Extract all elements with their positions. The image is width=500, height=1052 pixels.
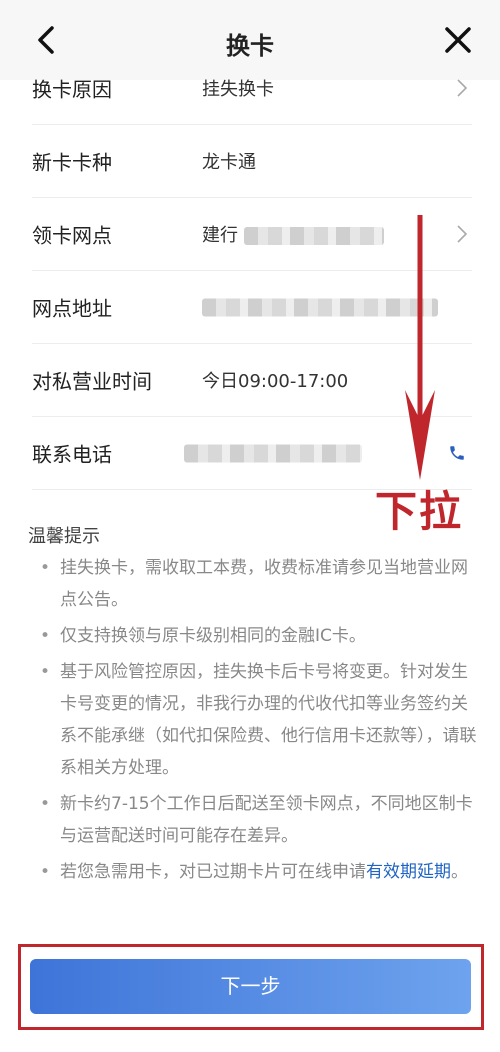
row-value [184, 443, 362, 464]
row-label: 网点地址 [32, 296, 112, 321]
row-value: 龙卡通 [202, 152, 256, 173]
validity-extension-link[interactable]: 有效期延期 [366, 862, 451, 882]
tips-list: • 挂失换卡，需收取工本费，收费标准请参见当地营业网点公告。 • 仅支持换领与原卡级… [38, 552, 478, 892]
list-item: • 新卡约7-15个工作日后配送至领卡网点，不同地区制卡与运营配送时间可能存在差异… [40, 794, 473, 846]
list-item: • 基于风险管控原因，挂失换卡后卡号将变更。针对发生卡号变更的情况，非我行办理的代… [40, 662, 477, 778]
chevron-right-icon [457, 79, 468, 97]
redacted-text [243, 227, 384, 245]
pull-down-annotation: 下拉 [375, 487, 464, 536]
phone-icon[interactable] [448, 444, 466, 462]
row-label: 对私营业时间 [32, 369, 152, 394]
next-step-button[interactable]: 下一步 [30, 959, 471, 1014]
row-label: 领卡网点 [32, 223, 112, 248]
row-value: 挂失换卡 [202, 79, 274, 100]
row-label: 换卡原因 [32, 77, 112, 102]
row-label: 联系电话 [32, 442, 112, 467]
tips-title: 温馨提示 [28, 526, 100, 547]
list-item: • 仅支持换领与原卡级别相同的金融IC卡。 [40, 626, 366, 646]
redacted-text [184, 444, 362, 463]
branch-name: 建行 [202, 225, 238, 246]
pull-down-arrow-icon [405, 215, 435, 480]
row-value: 建行 [202, 221, 384, 247]
list-item: • 若您急需用卡，对已过期卡片可在线申请有效期延期。 [40, 862, 468, 882]
row-card-type: 新卡卡种 龙卡通 [32, 125, 472, 198]
row-label: 新卡卡种 [32, 150, 112, 175]
row-change-reason[interactable]: 换卡原因 挂失换卡 [32, 52, 472, 125]
list-item: • 挂失换卡，需收取工本费，收费标准请参见当地营业网点公告。 [40, 558, 468, 610]
row-value: 今日09:00-17:00 [202, 371, 349, 392]
chevron-right-icon [457, 225, 468, 243]
